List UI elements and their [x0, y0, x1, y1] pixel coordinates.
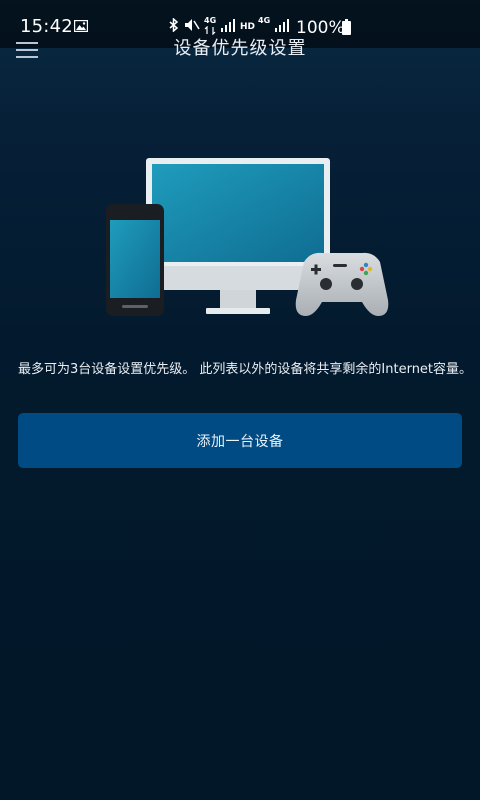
bluetooth-icon — [169, 18, 179, 32]
game-controller-icon — [295, 252, 389, 316]
lte-label: 4G — [204, 16, 217, 25]
smartphone-icon — [106, 204, 164, 316]
4g-icon: 4G — [258, 16, 271, 25]
devices-illustration — [106, 158, 389, 316]
hd-icon: HD — [240, 22, 256, 32]
mute-icon — [185, 19, 200, 31]
add-device-button[interactable]: 添加一台设备 — [18, 413, 462, 468]
description-text: 最多可为3台设备设置优先级。 此列表以外的设备将共享剩余的Internet容量。 — [18, 362, 473, 377]
signal-icon — [221, 19, 235, 32]
gallery-icon — [74, 20, 88, 32]
4g-data-icon: 4G — [204, 16, 218, 35]
app-screen: 15:42 4G HD 4G 100% 设备优先级设置 最多可为3台设备设置优先… — [0, 0, 480, 800]
page-title: 设备优先级设置 — [173, 38, 307, 59]
signal-icon-2 — [275, 19, 289, 32]
battery-icon — [342, 19, 351, 35]
